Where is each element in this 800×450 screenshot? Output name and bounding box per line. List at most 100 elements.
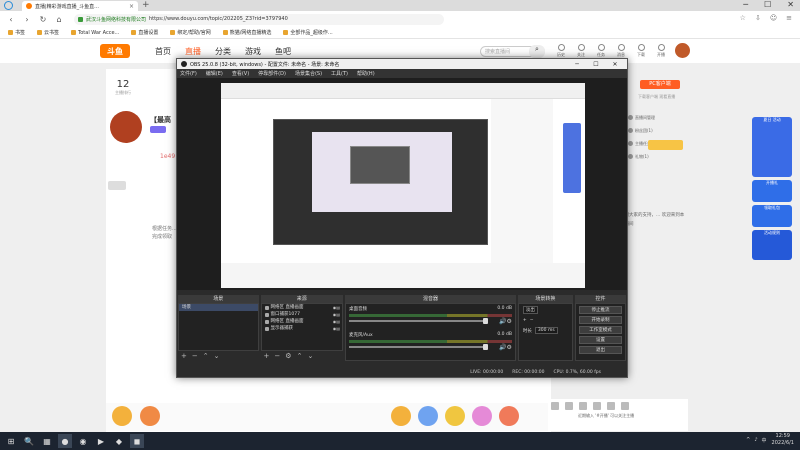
close-window-button[interactable]: ✕ xyxy=(787,0,794,9)
menu-view[interactable]: 查看(V) xyxy=(232,70,249,77)
list-item[interactable]: 直播间管理 xyxy=(628,111,686,124)
emoji-icon[interactable] xyxy=(551,402,559,410)
bookmark-item[interactable]: 书签 xyxy=(8,29,25,36)
windows-start-icon[interactable]: ⊞ xyxy=(4,434,18,448)
obs-close-button[interactable]: ✕ xyxy=(607,61,623,68)
url-text[interactable]: https://www.douyu.com/topic/202205_Z3?ri… xyxy=(149,16,288,22)
nav-category[interactable]: 分类 xyxy=(215,46,231,57)
bookmark-item[interactable]: 全部作品_超级作... xyxy=(283,29,333,36)
studio-mode-button[interactable]: 工作室模式 xyxy=(578,326,622,334)
obs-maximize-button[interactable]: ☐ xyxy=(588,61,604,68)
bookmark-item[interactable]: 云书签 xyxy=(37,29,59,36)
menu-edit[interactable]: 编辑(E) xyxy=(206,70,223,77)
nav-games[interactable]: 游戏 xyxy=(245,46,261,57)
address-bar[interactable]: 武汉斗鱼网络科技有限公司 https://www.douyu.com/topic… xyxy=(74,13,444,25)
menu-docks[interactable]: 停靠部件(D) xyxy=(258,70,286,77)
stop-streaming-button[interactable]: 停止推流 xyxy=(578,306,622,314)
reload-button[interactable]: ↻ xyxy=(38,15,48,24)
add-icon[interactable]: + xyxy=(264,352,270,360)
add-icon[interactable]: + xyxy=(523,318,527,323)
history-icon[interactable]: 历史 xyxy=(555,44,567,58)
clock[interactable]: 12:59 2022/6/1 xyxy=(772,433,794,447)
gift-icon[interactable] xyxy=(391,406,411,426)
remove-icon[interactable]: − xyxy=(274,352,280,360)
visibility-icon[interactable]: ◉▤ xyxy=(333,325,342,332)
gift-button[interactable] xyxy=(648,140,683,150)
nav-yuba[interactable]: 鱼吧 xyxy=(275,46,291,57)
exit-button[interactable]: 退出 xyxy=(578,346,622,354)
source-item[interactable]: 网络区 直播画面 ◉▤ xyxy=(262,304,343,311)
task-icon[interactable]: 任务 xyxy=(595,44,607,58)
visibility-icon[interactable]: ◉▤ xyxy=(333,311,342,318)
volume-slider[interactable] xyxy=(349,318,488,324)
menu-scene-collection[interactable]: 场景集合(S) xyxy=(295,70,322,77)
remove-icon[interactable]: − xyxy=(192,352,198,360)
room-rank-stat[interactable]: 12 主播排行 xyxy=(110,79,136,96)
gear-icon[interactable]: ⚙ xyxy=(285,352,291,360)
follow-button[interactable] xyxy=(108,181,126,190)
move-up-icon[interactable]: ⌃ xyxy=(203,352,209,360)
speaker-gear-icon[interactable]: 🔊⚙ xyxy=(499,344,512,351)
app-taskbar-icon[interactable]: ◉ xyxy=(76,434,90,448)
list-item[interactable]: 粉丝团(1) xyxy=(628,124,686,137)
search-icon[interactable]: 🔍 xyxy=(22,434,36,448)
gift-icon[interactable] xyxy=(418,406,438,426)
nav-live[interactable]: 直播 xyxy=(185,46,201,57)
move-up-icon[interactable]: ⌃ xyxy=(297,352,303,360)
promo-item[interactable]: 领取礼包 xyxy=(752,205,792,227)
follow-icon[interactable]: 关注 xyxy=(575,44,587,58)
obs-minimize-button[interactable]: ─ xyxy=(569,61,585,68)
gift-icon[interactable] xyxy=(472,406,492,426)
app-taskbar-icon[interactable]: ◆ xyxy=(112,434,126,448)
gift-icon[interactable] xyxy=(579,402,587,410)
task-view-icon[interactable]: ▦ xyxy=(40,434,54,448)
bookmark-item[interactable]: 熊猫/网络直播精选 xyxy=(222,29,271,36)
bag-icon[interactable] xyxy=(607,402,615,410)
gift-icon[interactable] xyxy=(112,406,132,426)
obs-taskbar-icon[interactable]: ◼ xyxy=(130,434,144,448)
menu-file[interactable]: 文件(F) xyxy=(180,70,197,77)
browser-tab[interactable]: 直播|精彩游戏直播_斗鱼直... × xyxy=(22,1,138,11)
nav-home[interactable]: 首页 xyxy=(155,46,171,57)
transition-select[interactable]: 淡出 xyxy=(522,306,538,314)
new-tab-button[interactable]: + xyxy=(142,0,150,10)
source-item[interactable]: 窗口捕获1077 ◉▤ xyxy=(262,311,343,318)
menu-icon[interactable]: ≡ xyxy=(786,14,792,22)
menu-tools[interactable]: 工具(T) xyxy=(331,70,348,77)
bookmark-item[interactable]: Total War Acce... xyxy=(71,30,119,36)
account-icon[interactable]: ☺ xyxy=(770,14,777,22)
visibility-icon[interactable]: ◉▤ xyxy=(333,304,342,311)
home-button[interactable]: ⌂ xyxy=(54,15,64,24)
duration-input[interactable]: 300 ms xyxy=(534,327,558,334)
ime-icon[interactable]: 中 xyxy=(762,437,767,444)
move-down-icon[interactable]: ⌄ xyxy=(307,352,313,360)
pc-client-button[interactable]: PC客户端 xyxy=(640,80,680,89)
promo-item[interactable]: 活动规则 xyxy=(752,230,792,260)
volume-slider[interactable] xyxy=(349,344,488,350)
message-icon[interactable]: 消息 xyxy=(615,44,627,58)
obs-preview[interactable] xyxy=(177,78,627,290)
browser-taskbar-icon[interactable]: ● xyxy=(58,434,72,448)
download-icon[interactable]: ⇩ xyxy=(755,14,761,22)
start-recording-button[interactable]: 开始录制 xyxy=(578,316,622,324)
source-item[interactable]: 显示器捕获 ◉▤ xyxy=(262,325,343,332)
browser-logo-icon[interactable] xyxy=(4,1,13,10)
steam-taskbar-icon[interactable]: ▶ xyxy=(94,434,108,448)
douyu-logo[interactable]: 斗鱼 xyxy=(100,44,130,58)
forward-button[interactable]: › xyxy=(22,15,32,24)
preview-canvas[interactable] xyxy=(221,83,585,288)
move-down-icon[interactable]: ⌄ xyxy=(214,352,220,360)
gift-icon[interactable] xyxy=(499,406,519,426)
bookmark-item[interactable]: 直播设置 xyxy=(131,29,158,36)
streamer-avatar[interactable] xyxy=(110,111,142,143)
maximize-button[interactable]: ☐ xyxy=(764,0,771,9)
gift-icon[interactable] xyxy=(140,406,160,426)
tab-close-icon[interactable]: × xyxy=(129,3,134,10)
shield-icon[interactable] xyxy=(593,402,601,410)
volume-icon[interactable]: ♪ xyxy=(754,437,757,444)
back-button[interactable]: ‹ xyxy=(6,15,16,24)
tray-expand-icon[interactable]: ^ xyxy=(746,437,750,444)
search-icon[interactable]: ⌕ xyxy=(529,45,545,58)
add-icon[interactable]: + xyxy=(181,352,187,360)
promo-item[interactable]: 开播礼 xyxy=(752,180,792,202)
